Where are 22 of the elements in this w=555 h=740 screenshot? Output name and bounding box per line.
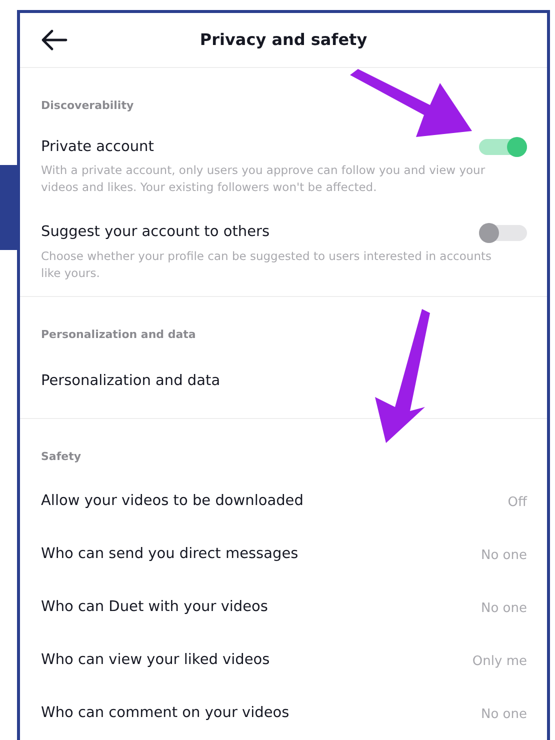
section-label: Discoverability <box>41 98 134 114</box>
setting-value: No one <box>480 546 527 564</box>
setting-item[interactable]: Who can view your liked videos <box>41 650 270 672</box>
toggle-switch[interactable] <box>479 139 527 156</box>
setting-description: With a private account, only users you approve can follow you and view your videos and likes. Your existing followers won't be affected. <box>41 162 486 196</box>
setting-item[interactable]: Allow your videos to be downloaded <box>41 491 304 514</box>
setting-item[interactable]: Who can send you direct messages <box>41 544 298 566</box>
setting-value: No one <box>480 706 527 724</box>
setting-item[interactable]: Who can Duet with your videos <box>41 597 268 620</box>
setting-item[interactable]: Who can comment on your videos <box>41 703 290 726</box>
back-icon[interactable] <box>40 29 68 51</box>
toggle-switch[interactable] <box>479 225 527 242</box>
setting-item[interactable]: Personalization and data <box>41 372 220 388</box>
setting-title: Suggest your account to others <box>41 223 270 242</box>
section-label: Personalization and data <box>41 327 196 343</box>
setting-value: No one <box>480 600 527 618</box>
setting-value: Off <box>508 494 527 512</box>
setting-title: Private account <box>41 138 154 156</box>
setting-value: Only me <box>472 652 527 670</box>
section-label: Safety <box>41 449 82 466</box>
screen-title: Privacy and safety <box>200 29 368 51</box>
setting-description: Choose whether your profile can be suggested to users interested in accounts like yours. <box>41 248 492 282</box>
